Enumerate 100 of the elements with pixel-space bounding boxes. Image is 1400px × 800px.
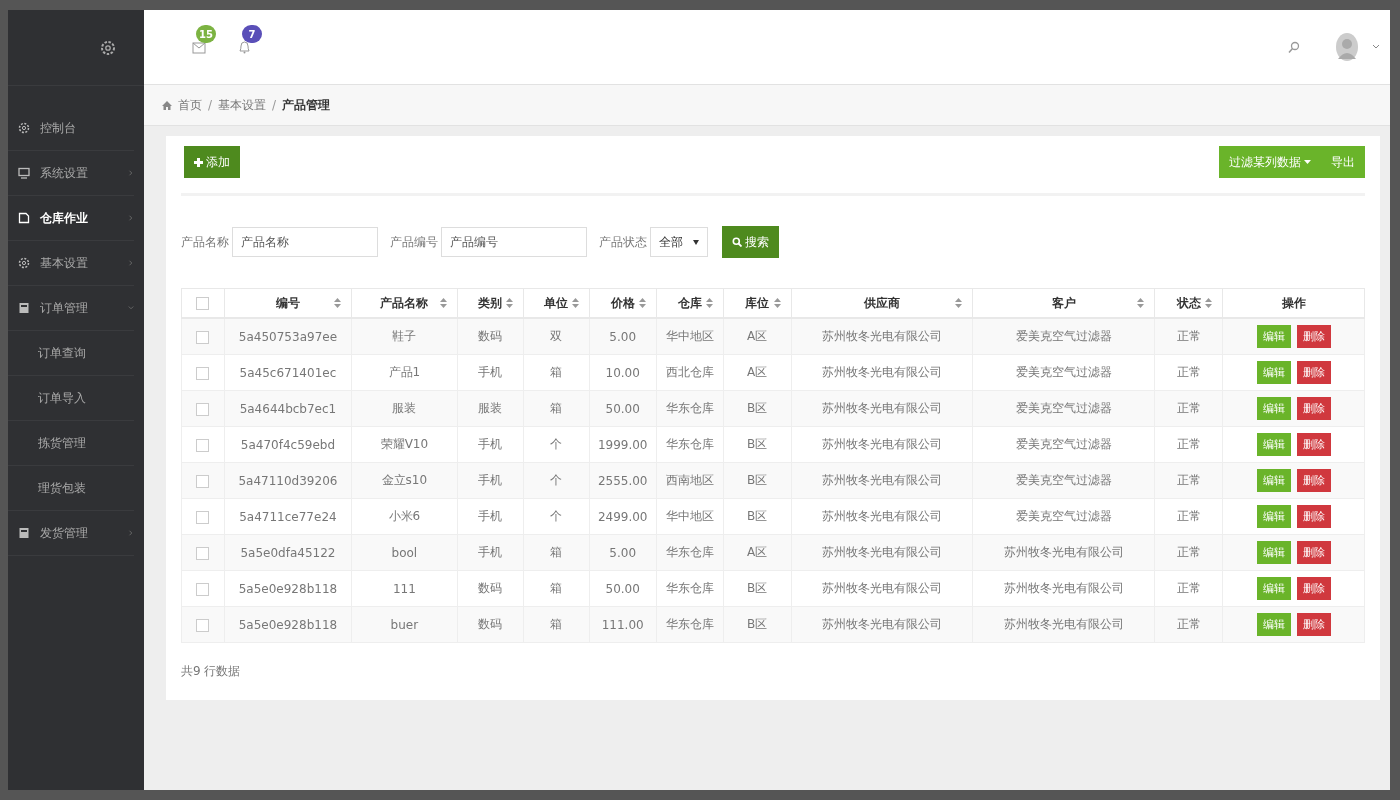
table-cell: 正常 — [1154, 498, 1223, 535]
delete-button[interactable]: 删除 — [1296, 325, 1331, 348]
table-cell: 111 — [351, 570, 458, 607]
bell-icon[interactable] — [238, 40, 251, 54]
gear-icon[interactable] — [100, 39, 116, 56]
sort-icon[interactable] — [1205, 298, 1213, 308]
row-checkbox[interactable] — [196, 510, 210, 524]
sidebar-item[interactable]: 仓库作业 — [8, 196, 134, 241]
table-cell: A区 — [723, 318, 792, 355]
search-icon — [732, 237, 742, 247]
sort-icon[interactable] — [439, 298, 447, 308]
delete-button[interactable]: 删除 — [1296, 469, 1331, 492]
row-checkbox[interactable] — [196, 618, 210, 632]
table-cell: B区 — [723, 498, 792, 535]
monitor-icon — [18, 167, 30, 179]
search-icon[interactable] — [1288, 40, 1300, 54]
breadcrumb-link[interactable]: 基本设置 — [218, 96, 267, 114]
sidebar-subitem[interactable]: 订单查询 — [8, 331, 134, 376]
sidebar-item[interactable]: 控制台 — [8, 106, 134, 151]
table-cell: 2499.00 — [589, 498, 657, 535]
table-cell: 服装 — [457, 390, 524, 427]
table-cell: 爱美克空气过滤器 — [972, 318, 1155, 355]
delete-button[interactable]: 删除 — [1296, 397, 1331, 420]
sort-icon[interactable] — [773, 298, 781, 308]
breadcrumb-current: 产品管理 — [282, 96, 331, 114]
export-button[interactable]: 导出 — [1321, 146, 1365, 178]
table-cell: 数码 — [457, 606, 524, 643]
search-button[interactable]: 搜索 — [722, 226, 779, 258]
table-cell: A区 — [723, 354, 792, 391]
sidebar-subitem[interactable]: 拣货管理 — [8, 421, 134, 466]
sidebar-subitem[interactable]: 理货包装 — [8, 466, 134, 511]
edit-button[interactable]: 编辑 — [1256, 361, 1291, 384]
plus-icon — [194, 157, 203, 167]
sort-icon[interactable] — [1137, 298, 1145, 308]
row-checkbox[interactable] — [196, 438, 210, 452]
edit-button[interactable]: 编辑 — [1256, 577, 1291, 600]
table-cell: 西北仓库 — [656, 354, 724, 391]
table-cell: 爱美克空气过滤器 — [972, 462, 1155, 499]
sidebar-item[interactable]: 订单管理 — [8, 286, 134, 331]
sort-icon[interactable] — [571, 298, 579, 308]
table-cell: 苏州牧冬光电有限公司 — [972, 606, 1155, 643]
delete-button[interactable]: 删除 — [1296, 433, 1331, 456]
table-cell: 50.00 — [589, 390, 657, 427]
envelope-icon[interactable] — [192, 42, 206, 54]
chevron-icon — [128, 304, 134, 312]
table-cell: 111.00 — [589, 606, 657, 643]
chevron-icon[interactable] — [1372, 44, 1380, 50]
text-input[interactable]: 产品名称 — [232, 227, 378, 257]
edit-button[interactable]: 编辑 — [1256, 541, 1291, 564]
sort-icon[interactable] — [638, 298, 646, 308]
edit-button[interactable]: 编辑 — [1256, 325, 1291, 348]
sidebar-subitem[interactable]: 订单导入 — [8, 376, 134, 421]
table-cell: 箱 — [523, 534, 590, 571]
table-cell: 5a5e0dfa45122 — [224, 534, 352, 571]
chevron-icon — [128, 214, 134, 222]
row-checkbox[interactable] — [196, 582, 210, 596]
table-cell: 5a470f4c59ebd — [224, 426, 352, 463]
table-cell: 5a4644bcb7ec1 — [224, 390, 352, 427]
filter-dropdown-button[interactable]: 过滤某列数据 — [1219, 146, 1321, 178]
text-input[interactable]: 产品编号 — [441, 227, 587, 257]
row-checkbox[interactable] — [196, 546, 210, 560]
sort-icon[interactable] — [505, 298, 513, 308]
home-icon[interactable] — [162, 100, 172, 110]
table-cell: 正常 — [1154, 462, 1223, 499]
row-checkbox[interactable] — [196, 366, 210, 380]
table-cell: 5a47110d39206 — [224, 462, 352, 499]
row-count: 共9 行数据 — [181, 663, 242, 680]
sort-icon[interactable] — [705, 298, 713, 308]
table-cell: 正常 — [1154, 390, 1223, 427]
status-select[interactable]: 全部 — [650, 227, 708, 257]
field-label: 产品编号 — [390, 233, 438, 251]
edit-button[interactable]: 编辑 — [1256, 433, 1291, 456]
row-checkbox[interactable] — [196, 330, 210, 344]
table-cell: 手机 — [457, 426, 524, 463]
sidebar-item[interactable]: 基本设置 — [8, 241, 134, 286]
breadcrumb-separator: / — [272, 98, 277, 112]
avatar[interactable] — [1336, 33, 1358, 61]
edit-button[interactable]: 编辑 — [1256, 469, 1291, 492]
sidebar-item[interactable]: 发货管理 — [8, 511, 134, 556]
table-cell: 数码 — [457, 570, 524, 607]
count-badge: 15 — [196, 25, 216, 43]
table-cell: 个 — [523, 426, 590, 463]
delete-button[interactable]: 删除 — [1296, 361, 1331, 384]
sort-icon[interactable] — [955, 298, 963, 308]
edit-button[interactable]: 编辑 — [1256, 505, 1291, 528]
delete-button[interactable]: 删除 — [1296, 541, 1331, 564]
breadcrumb-link[interactable]: 首页 — [178, 96, 202, 114]
sort-icon[interactable] — [333, 298, 341, 308]
select-all-checkbox[interactable] — [196, 297, 210, 310]
add-button[interactable]: 添加 — [184, 146, 240, 178]
edit-button[interactable]: 编辑 — [1256, 397, 1291, 420]
table-cell: B区 — [723, 606, 792, 643]
row-checkbox[interactable] — [196, 474, 210, 488]
delete-button[interactable]: 删除 — [1296, 505, 1331, 528]
table-cell: 华东仓库 — [656, 390, 724, 427]
row-checkbox[interactable] — [196, 402, 210, 416]
delete-button[interactable]: 删除 — [1296, 613, 1331, 636]
edit-button[interactable]: 编辑 — [1256, 613, 1291, 636]
sidebar-item[interactable]: 系统设置 — [8, 151, 134, 196]
delete-button[interactable]: 删除 — [1296, 577, 1331, 600]
